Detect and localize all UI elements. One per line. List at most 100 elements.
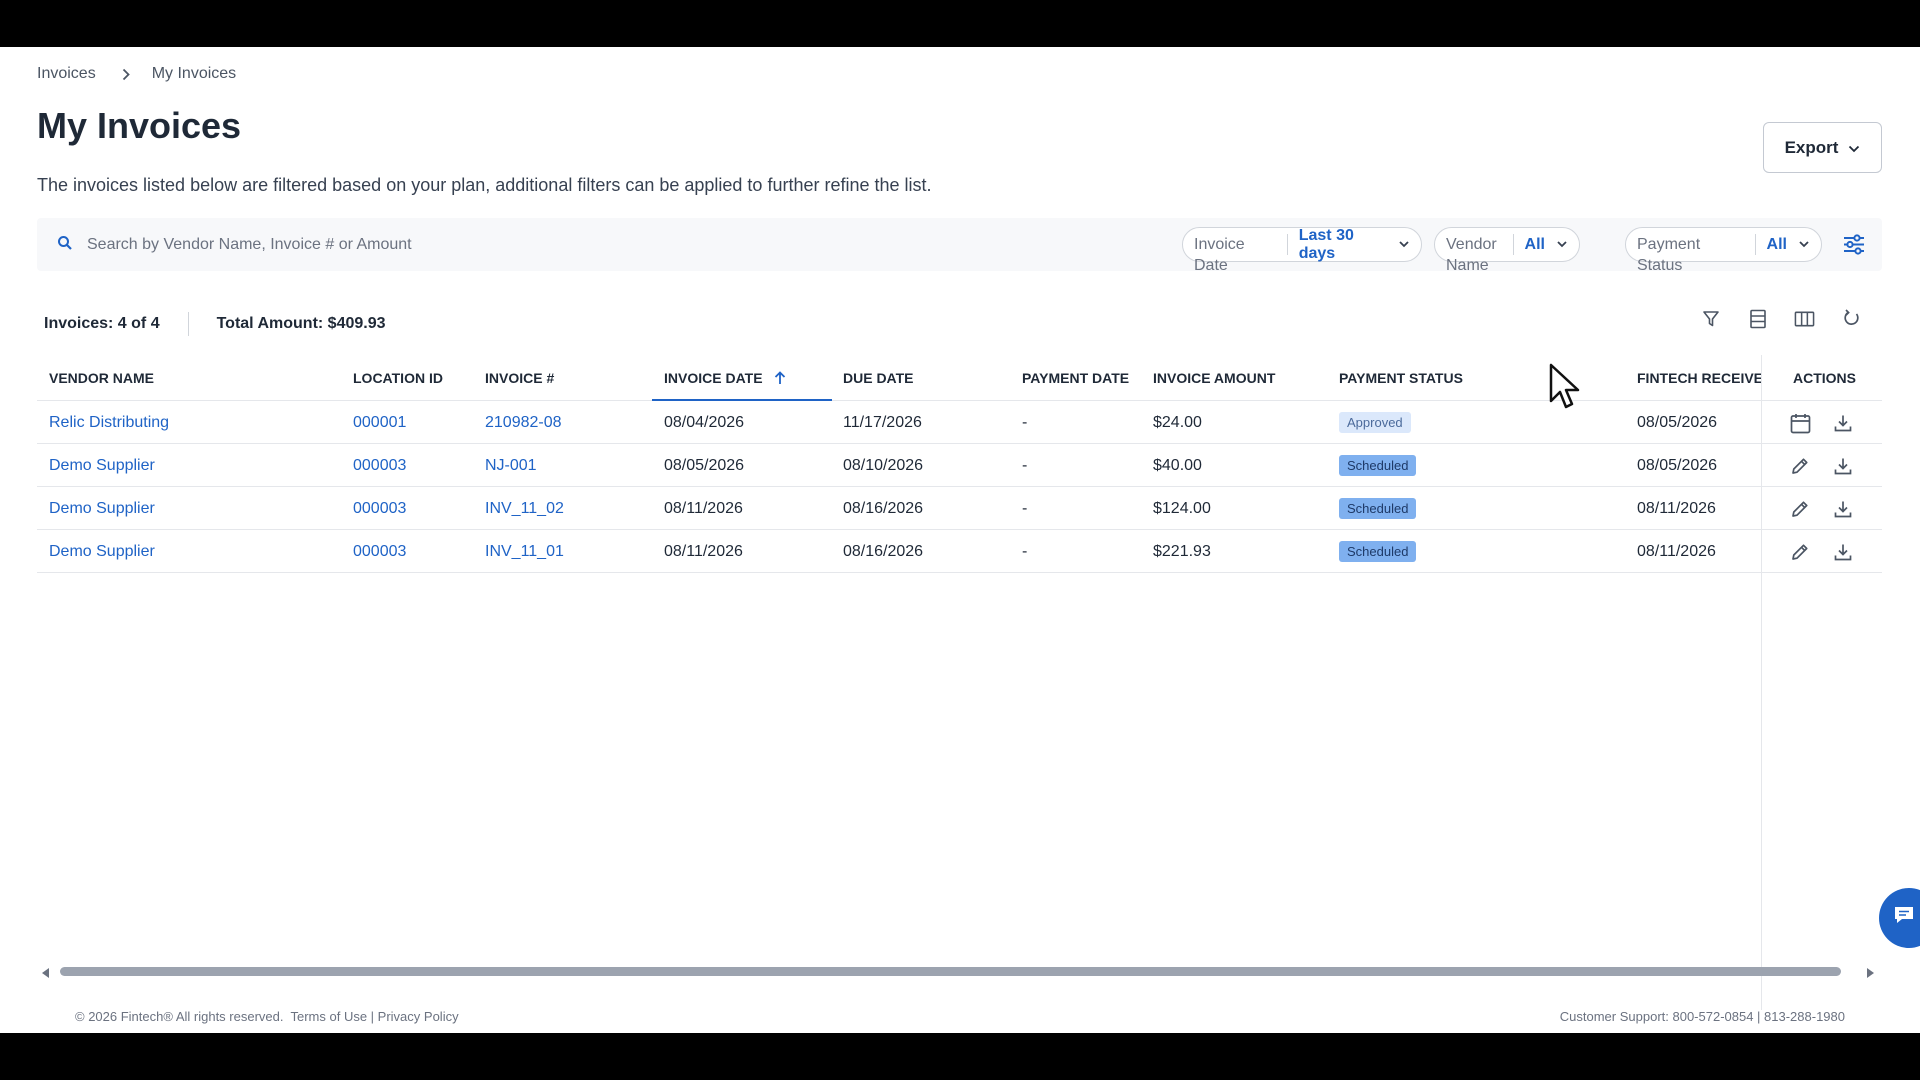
page-title: My Invoices: [37, 105, 242, 146]
column-header-payment-date[interactable]: PAYMENT DATE: [1022, 355, 1129, 401]
vendor-name-filter-value: All: [1524, 235, 1545, 253]
invoice-date-filter-value: Last 30 days: [1298, 226, 1354, 262]
vendor-name-link[interactable]: Relic Distributing: [49, 401, 169, 444]
column-header-invoice-number[interactable]: INVOICE #: [485, 355, 554, 401]
scrollbar-thumb[interactable]: [60, 967, 1841, 976]
invoice-date-cell: 08/05/2026: [664, 457, 745, 474]
download-icon[interactable]: [1832, 498, 1854, 520]
calendar-icon[interactable]: [1789, 412, 1811, 434]
payment-status-filter-value: All: [1766, 235, 1787, 253]
total-amount: Total Amount: $409.93: [216, 315, 386, 332]
invoice-date-cell: 08/04/2026: [664, 414, 745, 431]
breadcrumb-invoices-link[interactable]: Invoices: [37, 65, 96, 83]
horizontal-scrollbar[interactable]: [40, 962, 1880, 978]
chevron-down-icon: [1557, 241, 1567, 248]
invoice-number-link[interactable]: INV_11_01: [485, 530, 564, 573]
invoice-amount-cell: $24.00: [1153, 414, 1202, 431]
filter-settings-icon[interactable]: [1843, 234, 1865, 260]
vendor-name-link[interactable]: Demo Supplier: [49, 487, 155, 530]
filter-bar: Invoice Date Last 30 days Vendor Name Al…: [37, 218, 1882, 274]
privacy-link[interactable]: Privacy Policy: [378, 1009, 459, 1024]
column-header-invoice-date[interactable]: INVOICE DATE: [652, 355, 832, 401]
filter-icon[interactable]: [1700, 308, 1721, 329]
location-id-link[interactable]: 000003: [353, 487, 406, 530]
scroll-right-icon[interactable]: [1866, 965, 1874, 983]
export-button[interactable]: Export: [1763, 122, 1882, 173]
columns-icon[interactable]: [1794, 308, 1815, 329]
edit-icon[interactable]: [1789, 541, 1811, 563]
download-icon[interactable]: [1832, 541, 1854, 563]
vendor-name-link[interactable]: Demo Supplier: [49, 444, 155, 487]
table-row: Demo Supplier 000003 INV_11_02 08/11/202…: [37, 487, 1882, 530]
invoice-count: Invoices: 4 of 4: [44, 315, 160, 332]
sort-ascending-icon: [774, 371, 786, 385]
payment-date-cell: -: [1022, 457, 1028, 474]
location-id-link[interactable]: 000001: [353, 401, 406, 444]
breadcrumb: Invoices My Invoices: [37, 65, 236, 83]
table-row: Demo Supplier 000003 NJ-001 08/05/2026 0…: [37, 444, 1882, 487]
reset-icon[interactable]: [1841, 308, 1862, 329]
breadcrumb-current: My Invoices: [151, 65, 237, 82]
support-text: Customer Support: 800-572-0854 | 813-288…: [1559, 1009, 1845, 1024]
terms-link[interactable]: Terms of Use: [290, 1009, 367, 1024]
invoice-number-link[interactable]: 210982-08: [485, 401, 562, 444]
download-icon[interactable]: [1832, 412, 1854, 434]
chevron-down-icon: [1399, 241, 1409, 248]
vendor-name-link[interactable]: Demo Supplier: [49, 530, 155, 573]
location-id-link[interactable]: 000003: [353, 530, 406, 573]
due-date-cell: 08/16/2026: [843, 500, 924, 517]
location-id-link[interactable]: 000003: [353, 444, 406, 487]
payment-date-cell: -: [1022, 414, 1028, 431]
chat-button[interactable]: [1879, 888, 1920, 948]
invoice-number-link[interactable]: INV_11_02: [485, 487, 564, 530]
payment-status-filter[interactable]: Payment Status All: [1625, 227, 1822, 274]
table-toolbar: [1700, 308, 1862, 329]
column-header-vendor-name[interactable]: VENDOR NAME: [49, 355, 154, 401]
fintech-received-cell: 08/05/2026: [1637, 414, 1718, 431]
table-row: Demo Supplier 000003 INV_11_01 08/11/202…: [37, 530, 1882, 573]
payment-date-cell: -: [1022, 500, 1028, 517]
column-header-due-date[interactable]: DUE DATE: [843, 355, 914, 401]
footer-left: © 2026 Fintech® All rights reserved. Ter…: [75, 1009, 459, 1024]
payment-status-cell: Scheduled: [1339, 530, 1417, 573]
vendor-name-filter-label: Vendor Name: [1435, 234, 1514, 274]
density-icon[interactable]: [1747, 308, 1768, 329]
column-header-fintech-received[interactable]: FINTECH RECEIVED I: [1637, 355, 1761, 401]
column-header-actions: ACTIONS: [1793, 370, 1856, 386]
payment-status-cell: Scheduled: [1339, 444, 1417, 487]
app-window: Invoices My Invoices My Invoices The inv…: [0, 47, 1920, 1033]
download-icon[interactable]: [1832, 455, 1854, 477]
export-button-label: Export: [1784, 137, 1839, 157]
edit-icon[interactable]: [1789, 455, 1811, 477]
invoice-amount-cell: $40.00: [1153, 457, 1202, 474]
invoice-number-link[interactable]: NJ-001: [485, 444, 537, 487]
search-input[interactable]: [87, 231, 767, 259]
invoice-date-filter-label: Invoice Date: [1183, 234, 1288, 274]
status-badge: Scheduled: [1339, 541, 1417, 563]
invoice-date-filter[interactable]: Invoice Date Last 30 days: [1182, 226, 1422, 274]
mouse-cursor-icon: [1549, 363, 1583, 416]
scroll-left-icon[interactable]: [42, 965, 50, 983]
column-header-location-id[interactable]: LOCATION ID: [353, 355, 443, 401]
vendor-name-filter[interactable]: Vendor Name All: [1434, 227, 1580, 274]
payment-status-cell: Approved: [1339, 401, 1411, 444]
due-date-cell: 08/16/2026: [843, 543, 924, 560]
chat-icon: [1893, 904, 1919, 933]
table-row: Relic Distributing 000001 210982-08 08/0…: [37, 401, 1882, 444]
chevron-right-icon: [122, 68, 130, 81]
table-header-row: VENDOR NAME LOCATION ID INVOICE # INVOIC…: [37, 355, 1882, 401]
chevron-down-icon: [1799, 241, 1809, 248]
chevron-down-icon: [1848, 138, 1860, 158]
invoice-summary: Invoices: 4 of 4 Total Amount: $409.93: [44, 312, 386, 336]
search-icon: [57, 235, 73, 256]
invoice-date-cell: 08/11/2026: [664, 543, 743, 560]
sticky-column-divider: [1761, 355, 1762, 1010]
edit-icon[interactable]: [1789, 498, 1811, 520]
column-header-invoice-amount[interactable]: INVOICE AMOUNT: [1153, 355, 1275, 401]
summary-divider: [187, 312, 189, 336]
column-header-invoice-date-label: INVOICE DATE: [664, 370, 763, 386]
page-subtitle: The invoices listed below are filtered b…: [37, 175, 932, 195]
copyright-text: © 2026 Fintech® All rights reserved.: [75, 1009, 284, 1024]
column-header-payment-status[interactable]: PAYMENT STATUS: [1339, 355, 1463, 401]
status-badge: Scheduled: [1339, 498, 1417, 520]
